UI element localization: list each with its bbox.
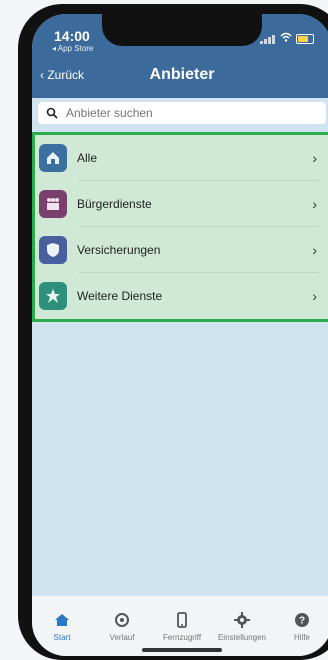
- house-icon: [39, 144, 67, 172]
- provider-row-alle[interactable]: Alle ›: [35, 135, 328, 181]
- provider-label: Alle: [77, 151, 98, 165]
- help-icon: ?: [295, 612, 309, 627]
- tab-hilfe[interactable]: ? Hilfe: [272, 596, 328, 656]
- chevron-right-icon: ›: [312, 288, 317, 304]
- svg-text:?: ?: [299, 615, 305, 626]
- back-to-app-store[interactable]: ◂ App Store: [52, 44, 93, 53]
- tab-verlauf[interactable]: Verlauf: [92, 596, 152, 656]
- provider-row-weitere-dienste[interactable]: Weitere Dienste ›: [35, 273, 328, 319]
- provider-label: Bürgerdienste: [77, 197, 152, 211]
- chevron-right-icon: ›: [312, 150, 317, 166]
- search-input[interactable]: [64, 105, 308, 121]
- app-screen: 14:00 ◂ App Store ‹ Zurück Anbieter Anbi…: [32, 14, 328, 656]
- search-field[interactable]: [38, 102, 326, 124]
- shield-icon: [39, 236, 67, 264]
- battery-icon: [296, 33, 314, 44]
- tab-label: Verlauf: [109, 632, 135, 642]
- chevron-right-icon: ›: [312, 242, 317, 258]
- search-icon: [46, 107, 58, 119]
- phone-frame: 14:00 ◂ App Store ‹ Zurück Anbieter Anbi…: [18, 4, 328, 660]
- status-icons: [260, 32, 314, 45]
- tab-fernzugriff[interactable]: Fernzugriff: [152, 596, 212, 656]
- tab-label: Fernzugriff: [162, 632, 202, 642]
- tab-label: Hilfe: [293, 632, 310, 642]
- tab-bar: Start Verlauf Fernzugriff Einstellungen …: [32, 596, 328, 656]
- chevron-right-icon: ›: [312, 196, 317, 212]
- tab-einstellungen[interactable]: Einstellungen: [212, 596, 272, 656]
- tab-label: Einstellungen: [217, 632, 267, 642]
- signal-icon: [260, 33, 276, 44]
- tab-label: Start: [53, 632, 71, 642]
- device-notch: [102, 14, 262, 46]
- people-icon: [39, 190, 67, 218]
- home-indicator[interactable]: [142, 648, 222, 652]
- provider-label: Weitere Dienste: [77, 289, 163, 303]
- status-time: 14:00: [54, 28, 90, 44]
- wifi-icon: [280, 32, 292, 45]
- page-title: Anbieter: [149, 66, 215, 83]
- phone-icon: [177, 611, 187, 628]
- tab-start[interactable]: Start: [32, 596, 92, 656]
- provider-list: Alle › Bürgerdienste › Versicherungen ›: [32, 132, 328, 322]
- provider-row-buergerdienste[interactable]: Bürgerdienste ›: [35, 181, 328, 227]
- provider-label: Versicherungen: [77, 243, 161, 257]
- history-icon: [115, 612, 129, 627]
- gear-icon: [234, 611, 250, 628]
- star-icon: [39, 282, 67, 310]
- home-icon: [55, 613, 69, 626]
- provider-row-versicherungen[interactable]: Versicherungen ›: [35, 227, 328, 273]
